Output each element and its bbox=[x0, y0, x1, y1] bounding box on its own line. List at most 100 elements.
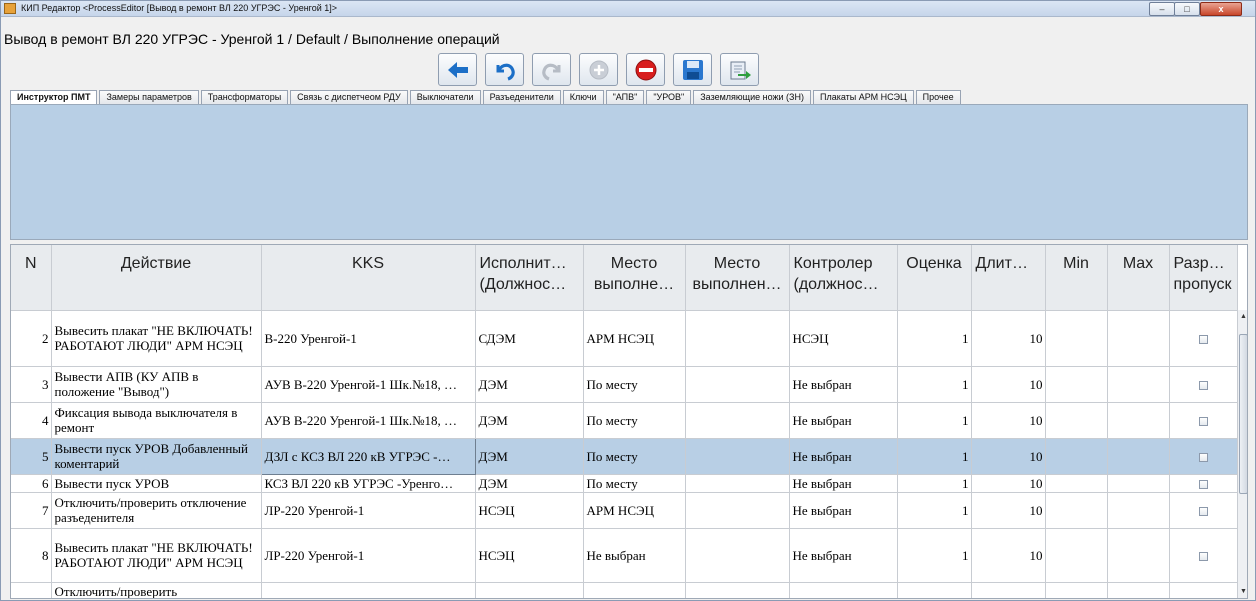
redo-button[interactable] bbox=[532, 53, 571, 86]
tab-dispatcher[interactable]: Связь с диспетчеом РДУ bbox=[290, 90, 408, 104]
cell-kks[interactable]: ЛР-220 Уренгой-1 bbox=[261, 492, 476, 529]
cell-max[interactable] bbox=[1107, 492, 1170, 529]
cell-min[interactable] bbox=[1045, 438, 1108, 475]
cell-place-2[interactable] bbox=[685, 438, 790, 475]
cell-duration[interactable] bbox=[971, 582, 1046, 598]
cell-duration[interactable]: 10 bbox=[971, 310, 1046, 367]
undo-button[interactable] bbox=[485, 53, 524, 86]
tab-posters[interactable]: Плакаты АРМ НСЭЦ bbox=[812, 90, 914, 104]
cell-rating[interactable]: 1 bbox=[897, 402, 972, 439]
tab-breakers[interactable]: Выключатели bbox=[409, 90, 481, 104]
cell-place-2[interactable] bbox=[685, 492, 790, 529]
cell-kks[interactable]: ЛР-220 Уренгой-1 bbox=[261, 528, 476, 583]
col-kks[interactable]: KKS bbox=[261, 245, 476, 311]
col-n[interactable]: N bbox=[11, 245, 52, 311]
cell-executor[interactable]: НСЭЦ bbox=[475, 492, 584, 529]
cell-duration[interactable]: 10 bbox=[971, 438, 1046, 475]
cell-place-2[interactable] bbox=[685, 582, 790, 598]
cell-rating[interactable]: 1 bbox=[897, 528, 972, 583]
skip-checkbox[interactable] bbox=[1198, 480, 1208, 490]
cell-kks[interactable] bbox=[261, 582, 476, 598]
cell-executor[interactable]: ДЭМ bbox=[475, 366, 584, 403]
tab-keys[interactable]: Ключи bbox=[562, 90, 604, 104]
col-place-2[interactable]: Место выполнен… bbox=[685, 245, 790, 311]
table-row[interactable]: 8 Вывесить плакат "НЕ ВКЛЮЧАТЬ! РАБОТАЮТ… bbox=[11, 528, 1238, 583]
cell-max[interactable] bbox=[1107, 366, 1170, 403]
vertical-scrollbar[interactable]: ▲ ▼ bbox=[1237, 310, 1247, 598]
skip-checkbox[interactable] bbox=[1198, 335, 1208, 345]
table-row[interactable]: 2 Вывесить плакат "НЕ ВКЛЮЧАТЬ! РАБОТАЮТ… bbox=[11, 310, 1238, 367]
skip-checkbox[interactable] bbox=[1198, 453, 1208, 463]
cell-duration[interactable]: 10 bbox=[971, 366, 1046, 403]
cell-place[interactable]: По месту bbox=[583, 474, 686, 493]
cell-place[interactable]: По месту bbox=[583, 402, 686, 439]
cell-kks[interactable]: В-220 Уренгой-1 bbox=[261, 310, 476, 367]
table-row-selected[interactable]: 5 Вывести пуск УРОВ Добавленный коментар… bbox=[11, 437, 1238, 475]
table-row[interactable]: Отключить/проверить bbox=[11, 582, 1238, 598]
skip-checkbox[interactable] bbox=[1198, 507, 1208, 517]
col-executor[interactable]: Исполнит… (Должнос… bbox=[475, 245, 584, 311]
cell-max[interactable] bbox=[1107, 402, 1170, 439]
tab-measurements[interactable]: Замеры параметров bbox=[99, 90, 199, 104]
close-button[interactable]: x bbox=[1200, 2, 1242, 16]
cell-kks[interactable]: АУВ В-220 Уренгой-1 Шк.№18, … bbox=[261, 366, 476, 403]
cell-max[interactable] bbox=[1107, 310, 1170, 367]
cell-duration[interactable]: 10 bbox=[971, 402, 1046, 439]
cell-duration[interactable]: 10 bbox=[971, 492, 1046, 529]
cell-rating[interactable]: 1 bbox=[897, 474, 972, 493]
scroll-thumb[interactable] bbox=[1239, 334, 1247, 494]
cell-action[interactable]: Вывесить плакат "НЕ ВКЛЮЧАТЬ! РАБОТАЮТ Л… bbox=[51, 310, 262, 367]
scroll-up-button[interactable]: ▲ bbox=[1238, 310, 1247, 324]
back-button[interactable] bbox=[438, 53, 477, 86]
cell-place-2[interactable] bbox=[685, 474, 790, 493]
cell-duration[interactable]: 10 bbox=[971, 474, 1046, 493]
cell-executor[interactable]: ДЭМ bbox=[475, 438, 584, 475]
col-controller[interactable]: Контролер (должнос… bbox=[789, 245, 898, 311]
cell-min[interactable] bbox=[1045, 366, 1108, 403]
cell-controller[interactable]: Не выбран bbox=[789, 438, 898, 475]
cell-place-2[interactable] bbox=[685, 402, 790, 439]
cell-min[interactable] bbox=[1045, 402, 1108, 439]
cell-kks[interactable]: КСЗ ВЛ 220 кВ УГРЭС -Уренго… bbox=[261, 474, 476, 493]
cell-executor[interactable]: СДЭМ bbox=[475, 310, 584, 367]
table-row[interactable]: 4 Фиксация вывода выключателя в ремонт А… bbox=[11, 402, 1238, 439]
tab-grounding[interactable]: Заземляющие ножи (ЗН) bbox=[693, 90, 811, 104]
cell-max[interactable] bbox=[1107, 438, 1170, 475]
cell-place[interactable]: Не выбран bbox=[583, 528, 686, 583]
col-max[interactable]: Max bbox=[1107, 245, 1170, 311]
col-rating[interactable]: Оценка bbox=[897, 245, 972, 311]
tab-other[interactable]: Прочее bbox=[915, 90, 961, 104]
cell-place[interactable]: АРМ НСЭЦ bbox=[583, 492, 686, 529]
cell-max[interactable] bbox=[1107, 528, 1170, 583]
cell-rating[interactable]: 1 bbox=[897, 492, 972, 529]
cell-action[interactable]: Вывесить плакат "НЕ ВКЛЮЧАТЬ! РАБОТАЮТ Л… bbox=[51, 528, 262, 583]
scroll-down-button[interactable]: ▼ bbox=[1238, 585, 1247, 598]
cell-action[interactable]: Вывести пуск УРОВ bbox=[51, 474, 262, 493]
cell-kks[interactable]: АУВ В-220 Уренгой-1 Шк.№18, … bbox=[261, 402, 476, 439]
cell-place-2[interactable] bbox=[685, 528, 790, 583]
cell-rating[interactable] bbox=[897, 582, 972, 598]
cell-executor[interactable]: ДЭМ bbox=[475, 402, 584, 439]
cell-kks[interactable]: ДЗЛ с КСЗ ВЛ 220 кВ УГРЭС -… bbox=[260, 437, 476, 475]
cell-action[interactable]: Фиксация вывода выключателя в ремонт bbox=[51, 402, 262, 439]
tab-instructor[interactable]: Инструктор ПМТ bbox=[10, 90, 98, 104]
cell-min[interactable] bbox=[1045, 528, 1108, 583]
skip-checkbox[interactable] bbox=[1198, 381, 1208, 391]
col-place[interactable]: Место выполне… bbox=[583, 245, 686, 311]
col-duration[interactable]: Длит… bbox=[971, 245, 1046, 311]
cell-controller[interactable] bbox=[789, 582, 898, 598]
cell-action[interactable]: Отключить/проверить bbox=[51, 582, 262, 598]
tab-apv[interactable]: "АПВ" bbox=[605, 90, 645, 104]
skip-checkbox[interactable] bbox=[1198, 552, 1208, 562]
cell-controller[interactable]: Не выбран bbox=[789, 366, 898, 403]
cell-place[interactable]: По месту bbox=[583, 366, 686, 403]
save-button[interactable] bbox=[673, 53, 712, 86]
cell-place-2[interactable] bbox=[685, 310, 790, 367]
cell-rating[interactable]: 1 bbox=[897, 438, 972, 475]
table-row[interactable]: 7 Отключить/проверить отключение разъеде… bbox=[11, 492, 1238, 529]
export-button[interactable] bbox=[720, 53, 759, 86]
cell-rating[interactable]: 1 bbox=[897, 310, 972, 367]
cell-place[interactable]: По месту bbox=[583, 438, 686, 475]
stop-button[interactable] bbox=[626, 53, 665, 86]
skip-checkbox[interactable] bbox=[1198, 417, 1208, 427]
